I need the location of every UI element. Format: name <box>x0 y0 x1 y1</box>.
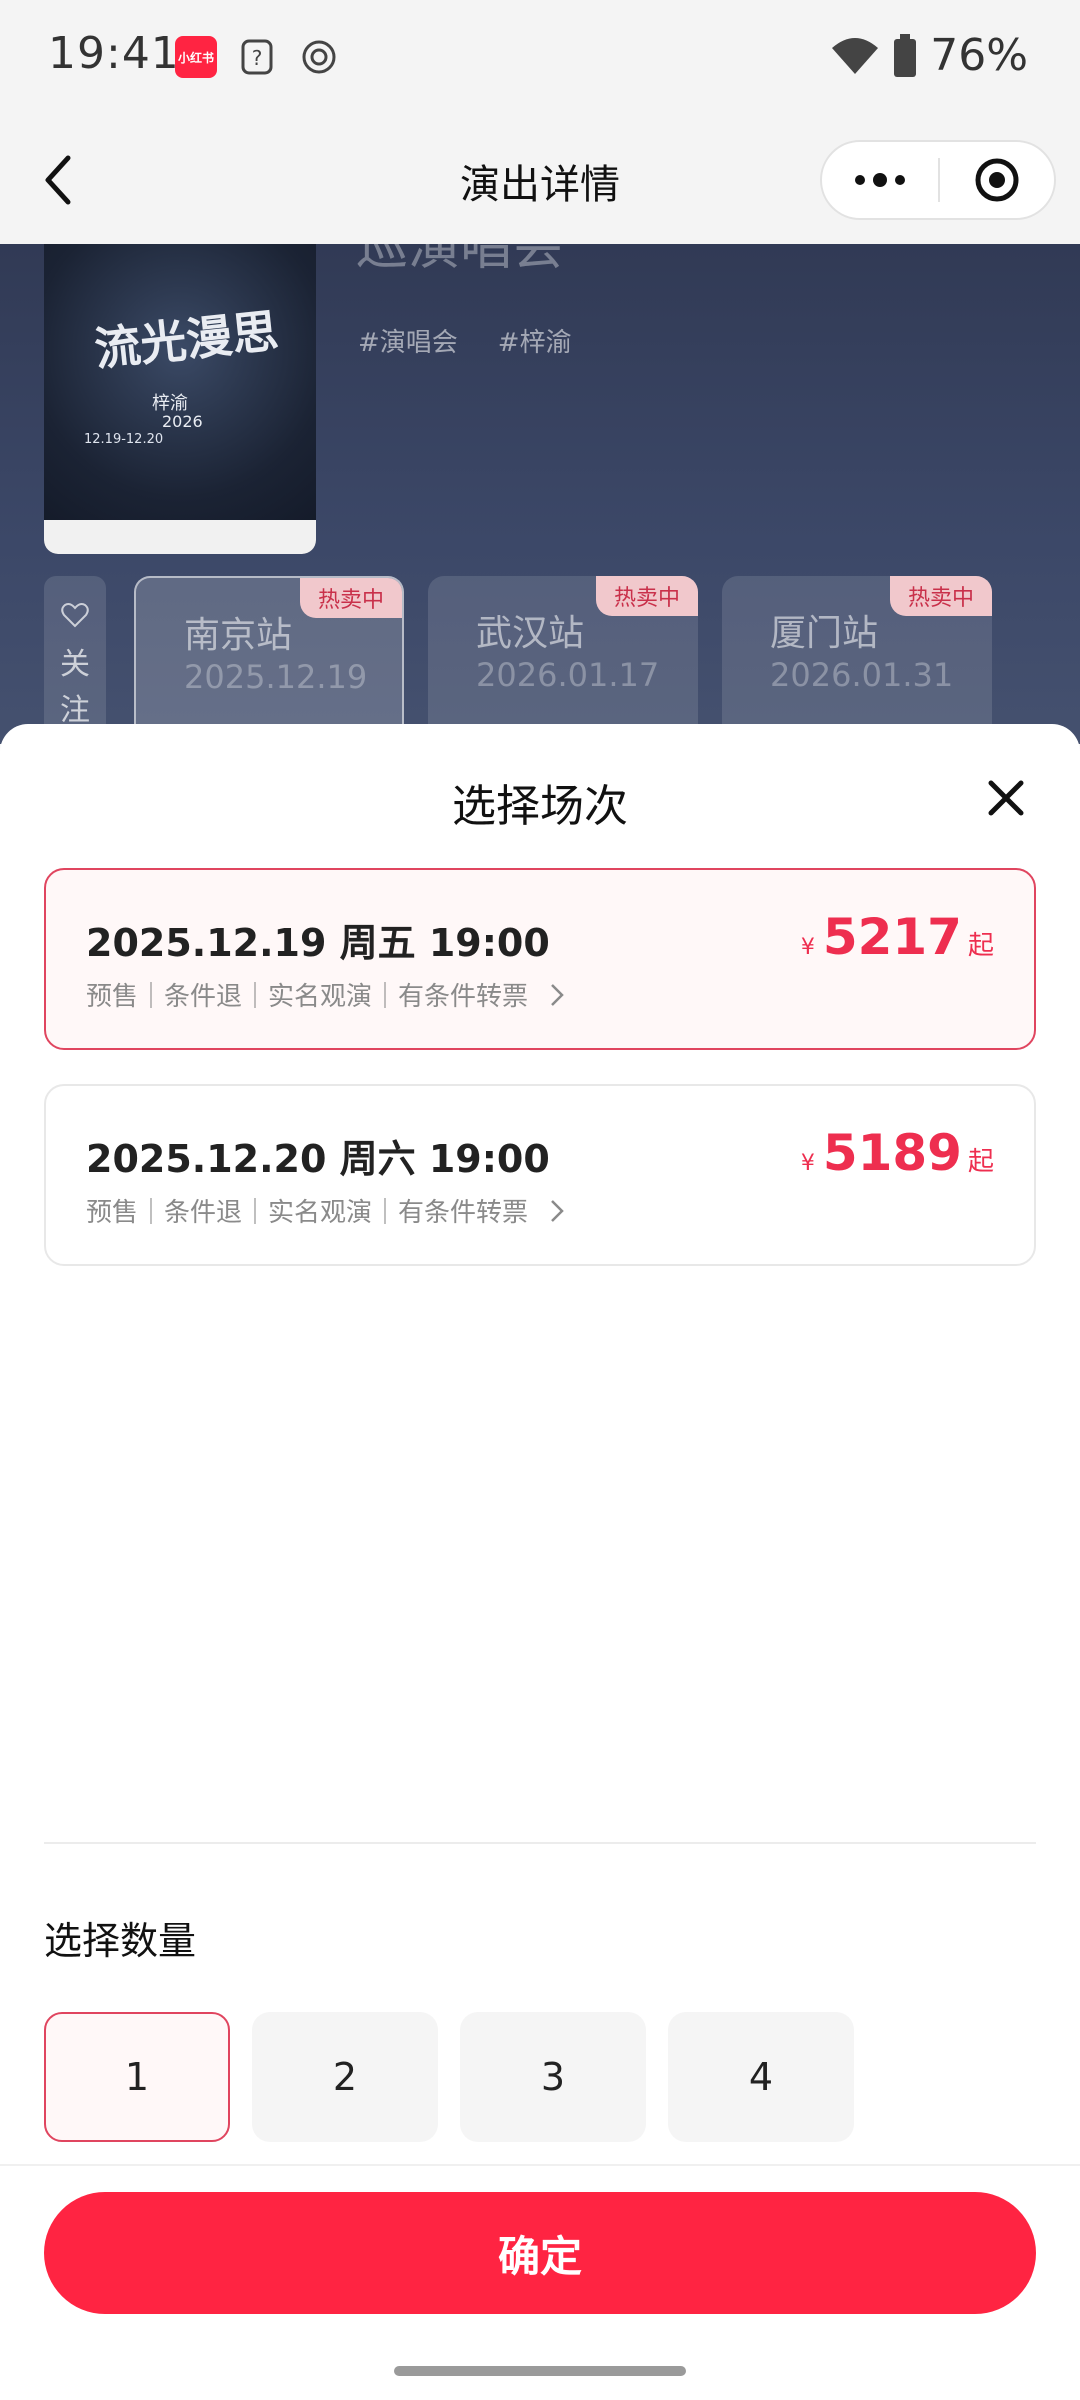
session-datetime: 2025.12.20 周六 19:00 <box>86 1137 550 1181</box>
session-picker-sheet: 选择场次 2025.12.19 周五 19:00 预售｜条件退｜实名观演｜有条件… <box>0 724 1080 2400</box>
city-name: 南京站 <box>184 615 293 656</box>
price-value: 5217 <box>822 908 962 966</box>
tag-item[interactable]: #演唱会 <box>358 322 458 359</box>
background-page: 流光漫思 梓渝 2026 12.19-12.20 巡演唱会 #演唱会 #梓渝 关… <box>0 244 1080 744</box>
close-icon[interactable] <box>986 778 1026 818</box>
city-card-wuhan[interactable]: 热卖中 武汉站 2026.01.17 <box>428 576 698 744</box>
sheet-title: 选择场次 <box>452 781 628 832</box>
mini-program-capsule <box>820 140 1056 220</box>
wifi-icon <box>832 37 879 74</box>
battery-percent: 76% <box>930 30 1028 81</box>
city-name: 武汉站 <box>476 613 585 654</box>
more-icon <box>855 173 905 187</box>
poster-year: 2026 <box>162 412 203 431</box>
status-bar: 19:41 小红书 ? 76% <box>0 0 1080 116</box>
target-icon <box>975 158 1019 202</box>
settings-ring-icon <box>302 40 336 74</box>
currency-symbol: ¥ <box>800 1151 815 1176</box>
poster-title: 流光漫思 <box>91 303 281 377</box>
session-terms-text: 预售｜条件退｜实名观演｜有条件转票 <box>86 982 529 1012</box>
poster-sponsor-strip <box>44 520 316 554</box>
currency-symbol: ¥ <box>800 935 815 960</box>
follow-label: 关注 <box>60 647 90 728</box>
event-tags: #演唱会 #梓渝 <box>358 322 572 359</box>
confirm-button[interactable]: 确定 <box>44 2192 1036 2314</box>
quantity-option-3[interactable]: 3 <box>460 2012 646 2142</box>
poster-dates: 12.19-12.20 <box>84 432 164 447</box>
session-price: ¥ 5217 起 <box>801 908 994 966</box>
session-terms-text: 预售｜条件退｜实名观演｜有条件转票 <box>86 1198 529 1228</box>
event-heading: 巡演唱会 <box>356 244 565 277</box>
more-button[interactable] <box>822 142 938 218</box>
city-date: 2026.01.17 <box>476 656 660 694</box>
hot-badge: 热卖中 <box>299 578 402 618</box>
status-time: 19:41 <box>48 28 180 79</box>
city-date: 2026.01.31 <box>770 656 954 694</box>
session-datetime: 2025.12.19 周五 19:00 <box>86 921 550 965</box>
exit-button[interactable] <box>940 142 1054 218</box>
quantity-option-4[interactable]: 4 <box>668 2012 854 2142</box>
city-date: 2025.12.19 <box>184 658 368 696</box>
chevron-right-icon <box>551 1199 564 1222</box>
session-option-1[interactable]: 2025.12.19 周五 19:00 预售｜条件退｜实名观演｜有条件转票 ¥ … <box>44 868 1036 1050</box>
session-terms[interactable]: 预售｜条件退｜实名观演｜有条件转票 <box>86 1192 564 1229</box>
quantity-option-1[interactable]: 1 <box>44 2012 230 2142</box>
footer-divider <box>0 2164 1080 2166</box>
city-card-nanjing[interactable]: 热卖中 南京站 2025.12.19 <box>134 576 404 744</box>
home-indicator[interactable] <box>394 2366 686 2376</box>
quantity-label: 选择数量 <box>44 1919 197 1963</box>
price-value: 5189 <box>822 1124 962 1182</box>
city-name: 厦门站 <box>770 613 879 654</box>
section-divider <box>44 1842 1036 1844</box>
city-card-xiamen[interactable]: 热卖中 厦门站 2026.01.31 <box>722 576 992 744</box>
tag-item[interactable]: #梓渝 <box>498 322 572 359</box>
svg-text:?: ? <box>252 46 263 70</box>
follow-button[interactable]: 关注 <box>44 576 106 744</box>
quantity-option-2[interactable]: 2 <box>252 2012 438 2142</box>
hot-badge: 热卖中 <box>595 576 698 616</box>
quantity-options: 1 2 3 4 <box>44 2012 854 2142</box>
price-suffix: 起 <box>967 1147 994 1177</box>
chevron-right-icon <box>551 983 564 1006</box>
battery-icon <box>894 33 917 77</box>
heart-icon <box>61 603 89 628</box>
event-poster[interactable]: 流光漫思 梓渝 2026 12.19-12.20 <box>44 244 316 554</box>
session-terms[interactable]: 预售｜条件退｜实名观演｜有条件转票 <box>86 976 564 1013</box>
question-icon: ? <box>241 39 273 75</box>
price-suffix: 起 <box>967 931 994 961</box>
session-option-2[interactable]: 2025.12.20 周六 19:00 预售｜条件退｜实名观演｜有条件转票 ¥ … <box>44 1084 1036 1266</box>
hot-badge: 热卖中 <box>889 576 992 616</box>
session-price: ¥ 5189 起 <box>801 1124 994 1182</box>
app-badge: 小红书 <box>175 36 217 78</box>
nav-bar: 演出详情 <box>0 116 1080 244</box>
